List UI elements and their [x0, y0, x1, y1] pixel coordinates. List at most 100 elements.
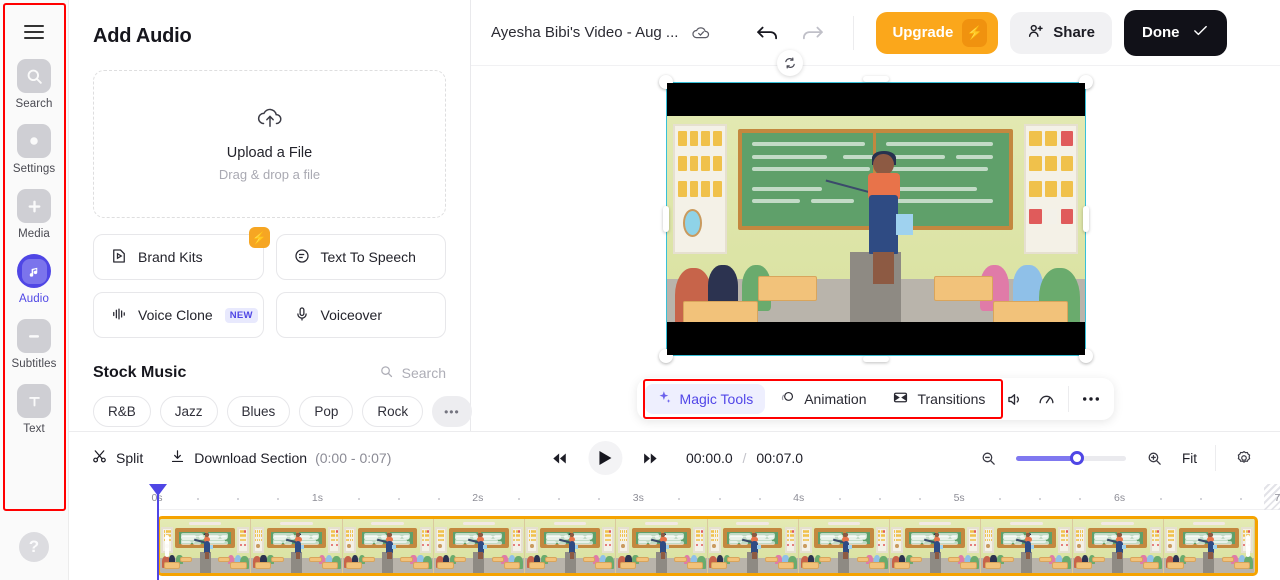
ruler-tick — [598, 498, 601, 500]
volume-icon[interactable] — [999, 384, 1029, 414]
upload-subtitle: Drag & drop a file — [218, 167, 321, 182]
clip-trim-handle-left[interactable] — [165, 535, 169, 557]
download-section-button[interactable]: Download Section (0:00 - 0:07) — [169, 448, 391, 468]
magic-tools-button[interactable]: Magic Tools — [644, 384, 766, 414]
help-icon[interactable]: ? — [19, 532, 49, 562]
sidebar-item-label: Settings — [12, 163, 56, 175]
clip-thumbnail — [342, 519, 434, 573]
ruler-tick — [237, 498, 240, 500]
new-badge: NEW — [224, 307, 258, 323]
stock-music-title: Stock Music — [93, 364, 187, 381]
ruler-tick — [919, 498, 922, 500]
upgrade-button[interactable]: Upgrade ⚡ — [876, 11, 999, 54]
download-icon — [169, 448, 186, 468]
brand-kits-button[interactable]: ⚡ Brand Kits — [93, 227, 270, 280]
done-button[interactable]: Done — [1123, 9, 1228, 56]
playhead[interactable] — [157, 484, 159, 580]
ruler-tick — [1079, 498, 1082, 500]
resize-handle-right[interactable] — [1082, 206, 1089, 232]
fit-button[interactable]: Fit — [1182, 451, 1197, 466]
timeline-controls: Split Download Section (0:00 - 0:07) 00:… — [69, 432, 1280, 484]
skip-forward-icon[interactable] — [636, 444, 664, 472]
clip-thumbnail — [707, 519, 799, 573]
sidebar-item-text[interactable]: Text — [4, 384, 64, 435]
more-dots-icon[interactable] — [1076, 384, 1106, 414]
ruler-tick — [397, 498, 400, 500]
animation-button[interactable]: Animation — [767, 384, 878, 414]
genre-chip[interactable]: Jazz — [159, 396, 218, 427]
play-button[interactable] — [587, 441, 622, 475]
transitions-button[interactable]: Transitions — [880, 384, 997, 414]
voiceover-button[interactable]: Voiceover — [275, 292, 446, 338]
text-to-speech-button[interactable]: Text To Speech — [275, 234, 446, 280]
sidebar-item-label: Text — [23, 423, 45, 435]
zoom-slider[interactable] — [1016, 451, 1126, 465]
speech-bubble-icon — [293, 247, 311, 268]
settings-icon — [17, 124, 51, 158]
zoom-in-icon[interactable] — [1140, 444, 1168, 472]
ruler-tick — [357, 498, 360, 500]
ruler-tick — [838, 498, 841, 500]
timeline-track-area — [157, 510, 1280, 580]
skip-back-icon[interactable] — [546, 444, 574, 472]
upload-dropzone[interactable]: Upload a File Drag & drop a file — [93, 70, 446, 218]
ruler-label: 7s — [1274, 492, 1280, 504]
plus-media-icon — [17, 189, 51, 223]
sidebar-item-media[interactable]: Media — [4, 189, 64, 240]
gear-icon[interactable] — [1230, 444, 1258, 472]
more-genres-button[interactable]: ••• — [432, 396, 472, 427]
timeline: 0s1s2s3s4s5s6s7s — [69, 484, 1280, 580]
speed-gauge-icon[interactable] — [1031, 384, 1061, 414]
split-button[interactable]: Split — [91, 448, 143, 468]
toolbar-divider — [853, 15, 855, 50]
bolt-icon: ⚡ — [962, 18, 988, 47]
ruler-label: 1s — [311, 492, 323, 504]
voice-clone-button[interactable]: Voice Clone NEW — [93, 292, 264, 338]
sidebar-item-settings[interactable]: Settings — [4, 124, 64, 175]
button-label: Brand Kits — [138, 249, 203, 265]
ruler-tick — [197, 498, 200, 500]
clip-thumbnail — [616, 519, 708, 573]
ruler-tick — [999, 498, 1002, 500]
undo-arrow-icon[interactable] — [755, 24, 781, 42]
timeline-ruler[interactable]: 0s1s2s3s4s5s6s7s — [151, 484, 1280, 510]
genre-chip[interactable]: R&B — [93, 396, 151, 427]
help-label: ? — [28, 537, 40, 556]
ruler-tick — [758, 498, 761, 500]
genre-chip[interactable]: Rock — [362, 396, 424, 427]
hamburger-icon[interactable] — [21, 19, 47, 45]
sidebar-item-label: Subtitles — [11, 358, 57, 370]
clip-thumbnail — [981, 519, 1073, 573]
resize-handle-top[interactable] — [862, 76, 889, 82]
clip-trim-handle-right[interactable] — [1246, 535, 1250, 557]
ruler-label: 3s — [632, 492, 644, 504]
resize-handle-left[interactable] — [662, 206, 669, 232]
video-clip[interactable] — [157, 516, 1258, 576]
play-icon — [598, 451, 611, 465]
ruler-tick — [1039, 498, 1042, 500]
cloud-check-icon[interactable] — [691, 25, 711, 41]
letterbox-bottom — [666, 322, 1085, 355]
share-button[interactable]: Share — [1010, 11, 1112, 54]
sidebar-item-subtitles[interactable]: Subtitles — [4, 319, 64, 370]
animation-icon — [779, 389, 796, 409]
letterbox-top — [666, 83, 1085, 116]
ruler-label: 4s — [793, 492, 805, 504]
clip-thumbnail — [251, 519, 343, 573]
video-canvas[interactable] — [665, 82, 1086, 356]
person-add-icon — [1027, 22, 1045, 44]
clip-filmstrip — [160, 519, 1255, 573]
history-controls — [755, 24, 825, 76]
current-time: 00:00.0 — [685, 450, 733, 466]
zoom-out-icon[interactable] — [974, 444, 1002, 472]
sidebar-item-audio[interactable]: Audio — [4, 254, 64, 305]
genre-chip[interactable]: Blues — [226, 396, 291, 427]
project-title[interactable]: Ayesha Bibi's Video - Aug ... — [491, 24, 678, 41]
zoom-slider-knob[interactable] — [1069, 451, 1084, 465]
stock-search-label: Search — [401, 365, 446, 381]
redo-arrow-icon[interactable] — [799, 24, 825, 42]
stock-search-button[interactable]: Search — [379, 364, 446, 382]
sidebar-item-search[interactable]: Search — [4, 59, 64, 110]
genre-chip[interactable]: Pop — [299, 396, 354, 427]
resize-handle-bottom[interactable] — [862, 356, 889, 362]
